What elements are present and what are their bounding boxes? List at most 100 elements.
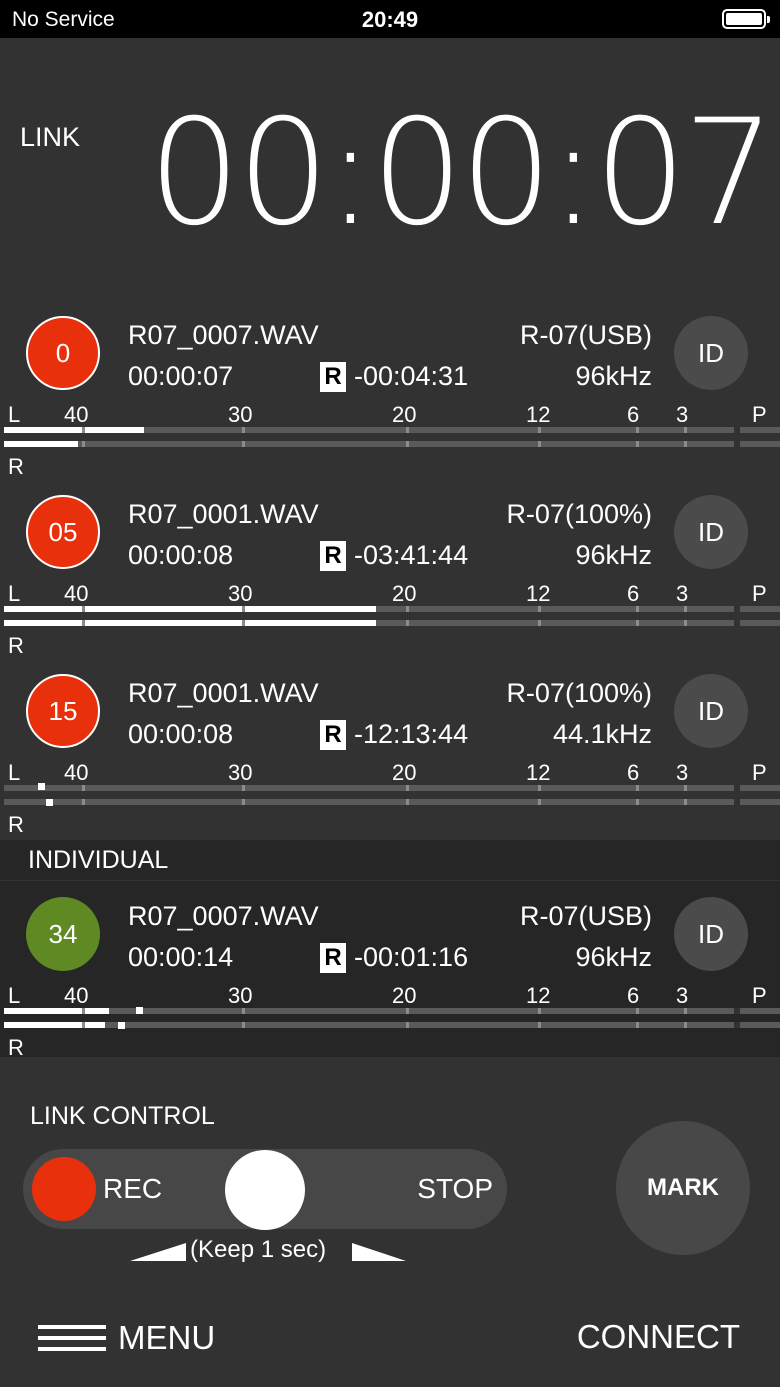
level-scale: L 40 30 20 12 6 3 P (0, 983, 780, 1008)
meter-tick (82, 606, 85, 612)
scale-label: 6 (627, 402, 640, 427)
record-time: 00:00:08 (128, 719, 234, 749)
sample-rate: 96kHz (575, 540, 652, 570)
level-fill (4, 427, 144, 433)
meter-tick (684, 606, 687, 612)
meter-tick (406, 1022, 409, 1028)
meter-tick (242, 620, 245, 626)
hamburger-menu-icon (38, 1325, 106, 1351)
scale-label: 20 (392, 402, 417, 427)
scale-label: 6 (627, 983, 640, 1008)
arrow-right-icon (352, 1243, 406, 1261)
meter-tick (684, 1022, 687, 1028)
track-number-badge[interactable]: 15 (26, 674, 100, 748)
meter-tick (406, 441, 409, 447)
meter-tick (406, 799, 409, 805)
scale-label: 3 (676, 581, 689, 606)
scale-label: 20 (392, 581, 417, 606)
meter-tick (636, 620, 639, 626)
device-name: R-07(100%) (506, 499, 652, 529)
meter-tick (636, 1022, 639, 1028)
scale-label: 40 (64, 983, 89, 1008)
meter-tick (82, 427, 85, 433)
meter-gap (734, 441, 740, 447)
device-name: R-07(USB) (519, 320, 652, 350)
level-meter-l (4, 1007, 780, 1014)
scale-label: P (752, 983, 767, 1008)
scale-label: 40 (64, 760, 89, 785)
meter-tick (538, 1008, 541, 1014)
meter-gap (734, 1008, 740, 1014)
meter-tick (538, 785, 541, 791)
scale-label: 40 (64, 581, 89, 606)
meter-tick (82, 620, 85, 626)
stop-label: STOP (417, 1173, 493, 1204)
scale-label: L (8, 983, 21, 1008)
scale-label: 3 (676, 402, 689, 427)
meter-tick (82, 1008, 85, 1014)
status-clock: 20:49 (361, 7, 419, 32)
level-meter-r (4, 1022, 780, 1029)
arrow-left-icon (130, 1243, 186, 1261)
id-button[interactable]: ID (674, 674, 748, 748)
scale-label: 12 (526, 581, 551, 606)
peak-marker (118, 1022, 125, 1029)
scale-label: 20 (392, 760, 417, 785)
scale-label: L (8, 760, 21, 785)
file-name: R07_0007.WAV (128, 901, 319, 931)
keep-hint: (Keep 1 sec) (190, 1236, 327, 1263)
meter-gap (734, 606, 740, 612)
id-button[interactable]: ID (674, 495, 748, 569)
mark-button[interactable]: MARK (616, 1121, 750, 1255)
meter-tick (406, 1008, 409, 1014)
meter-tick (242, 427, 245, 433)
link-label: LINK (20, 122, 81, 152)
level-meter-r (4, 441, 780, 447)
meter-tick (636, 606, 639, 612)
scale-label: 30 (228, 983, 253, 1008)
remaining-icon: R (320, 943, 346, 973)
menu-button[interactable]: MENU (38, 1318, 215, 1358)
level-meter-l (4, 606, 780, 612)
meter-tick (82, 1022, 85, 1028)
id-button[interactable]: ID (674, 897, 748, 971)
meter-gap (734, 799, 740, 805)
sample-rate: 44.1kHz (552, 719, 652, 749)
track-number-badge[interactable]: 0 (26, 316, 100, 390)
scale-label: 6 (627, 581, 640, 606)
remaining-icon: R (320, 720, 346, 750)
remaining-time: -03:41:44 (354, 540, 469, 570)
channel-r-label: R (8, 812, 24, 837)
track-row: 05 R07_0001.WAV 00:00:08 R -03:41:44 R-0… (0, 479, 780, 658)
meter-tick (538, 427, 541, 433)
battery-icon (722, 9, 770, 29)
meter-tick (684, 427, 687, 433)
slider-knob[interactable] (225, 1150, 305, 1230)
level-fill (4, 620, 376, 626)
rec-label: REC (103, 1173, 163, 1204)
individual-label: INDIVIDUAL (28, 846, 169, 874)
peak-marker (38, 783, 45, 790)
id-button[interactable]: ID (674, 316, 748, 390)
meter-tick (242, 1022, 245, 1028)
rec-stop-slider[interactable]: REC STOP (23, 1149, 507, 1230)
scale-label: 6 (627, 760, 640, 785)
track-number-badge[interactable]: 34 (26, 897, 100, 971)
meter-tick (636, 427, 639, 433)
scale-label: 12 (526, 402, 551, 427)
remaining-time: -12:13:44 (354, 719, 469, 749)
scale-label: 12 (526, 760, 551, 785)
meter-tick (538, 606, 541, 612)
status-bar: No Service 20:49 (0, 0, 780, 38)
remaining-icon: R (320, 362, 346, 392)
meter-tick (538, 1022, 541, 1028)
channel-r-label: R (8, 454, 24, 479)
meter-tick (406, 427, 409, 433)
connect-button[interactable]: CONNECT (577, 1318, 740, 1356)
meter-tick (242, 441, 245, 447)
track-row: 0 R07_0007.WAV 00:00:07 R -00:04:31 R-07… (0, 300, 780, 479)
meter-tick (684, 785, 687, 791)
track-number-badge[interactable]: 05 (26, 495, 100, 569)
meter-gap (734, 785, 740, 791)
meter-tick (538, 620, 541, 626)
